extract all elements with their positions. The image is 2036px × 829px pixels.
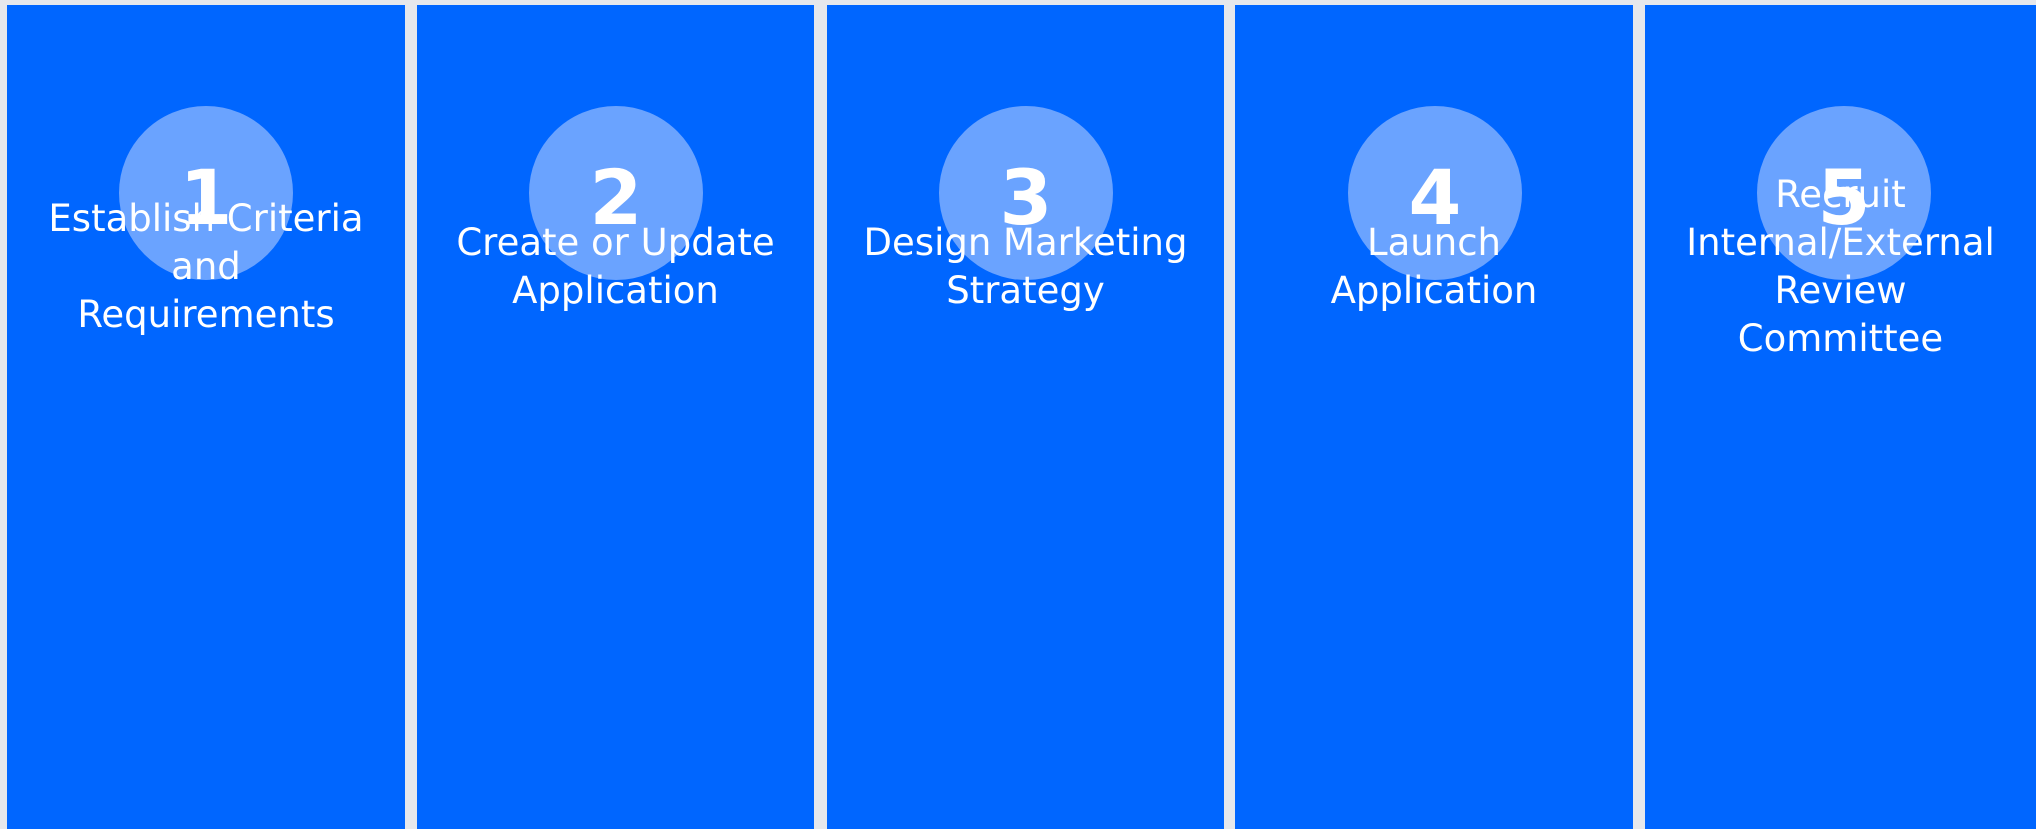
step-panel-1: 1 Establish Criteria and Requirements [7,5,405,829]
step-panel-2: 2 Create or Update Application [417,5,814,829]
step-panel-5: 5 Recruit Internal/External Review Commi… [1645,5,2036,829]
step-number-circle: 4 [1348,106,1522,280]
step-number: 2 [589,153,643,242]
step-number: 5 [1817,153,1871,242]
step-panel-3: 3 Design Marketing Strategy [827,5,1224,829]
step-number: 1 [179,153,233,242]
step-label-line: Requirements [77,293,335,336]
step-number-circle: 1 [119,106,293,280]
step-number-circle: 2 [529,106,703,280]
step-panel-4: 4 Launch Application [1235,5,1633,829]
step-number-circle: 5 [1757,106,1931,280]
step-label-line: Committee [1737,317,1944,360]
step-number: 4 [1408,153,1462,242]
step-number-circle: 3 [939,106,1113,280]
step-number: 3 [999,153,1053,242]
